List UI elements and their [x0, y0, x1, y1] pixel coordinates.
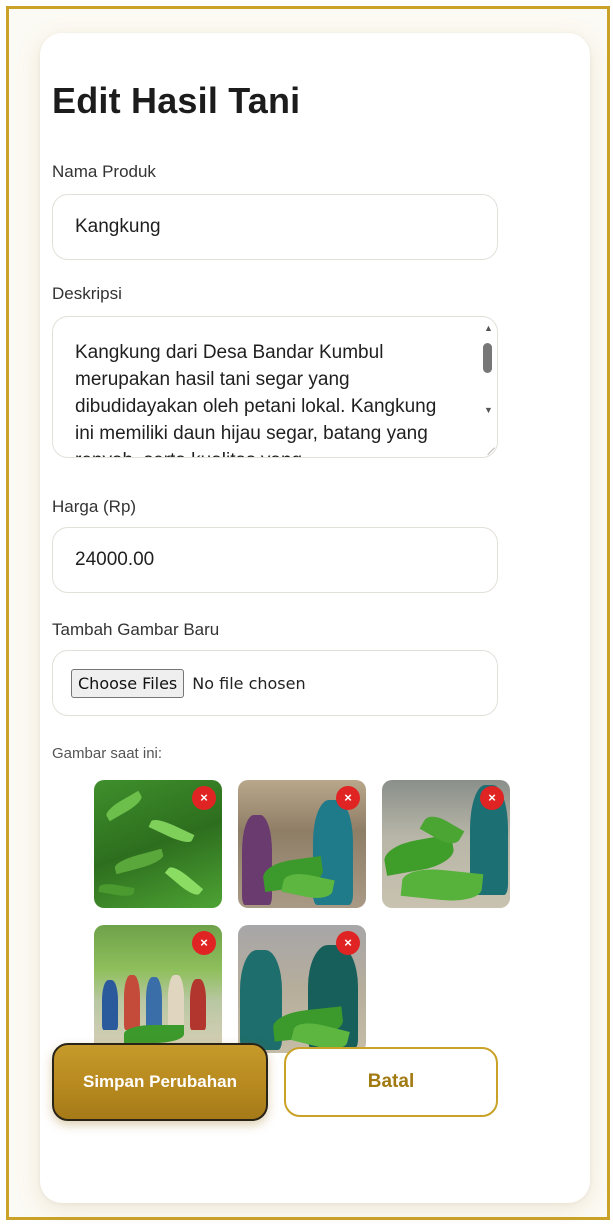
description-label: Deskripsi [52, 284, 122, 303]
scroll-thumb[interactable] [483, 343, 492, 373]
product-name-label: Nama Produk [52, 162, 156, 181]
scroll-down-icon[interactable]: ▼ [484, 405, 493, 415]
image-thumbnail-2: × [238, 780, 366, 908]
delete-image-1-button[interactable]: × [192, 786, 216, 810]
delete-image-3-button[interactable]: × [480, 786, 504, 810]
file-upload-field: Choose Files No file chosen [52, 650, 498, 716]
scroll-up-icon[interactable]: ▲ [484, 323, 493, 333]
cancel-button[interactable]: Batal [284, 1047, 498, 1117]
current-images-label: Gambar saat ini: [52, 745, 163, 762]
delete-image-5-button[interactable]: × [336, 931, 360, 955]
image-thumbnail-4: × [94, 925, 222, 1053]
choose-files-button[interactable]: Choose Files [71, 668, 185, 698]
price-label: Harga (Rp) [52, 497, 137, 516]
image-thumbnail-5: × [238, 925, 366, 1053]
resize-grip-icon[interactable] [480, 440, 496, 456]
description-text: Kangkung dari Desa Bandar Kumbul merupak… [75, 342, 437, 457]
description-scrollbar[interactable]: ▲ ▼ [479, 323, 497, 441]
image-thumbnail-3: × [382, 780, 510, 908]
new-image-label: Tambah Gambar Baru [52, 620, 220, 639]
page-title: Edit Hasil Tani [52, 80, 301, 121]
delete-image-2-button[interactable]: × [336, 786, 360, 810]
file-status-text: No file chosen [192, 673, 306, 693]
delete-image-4-button[interactable]: × [192, 931, 216, 955]
image-thumbnail-1: × [94, 780, 222, 908]
description-textarea[interactable]: Kangkung dari Desa Bandar Kumbul merupak… [52, 316, 498, 458]
save-changes-button[interactable]: Simpan Perubahan [52, 1043, 268, 1121]
price-input[interactable]: 24000.00 [52, 527, 498, 593]
product-name-input[interactable]: Kangkung [52, 194, 498, 260]
